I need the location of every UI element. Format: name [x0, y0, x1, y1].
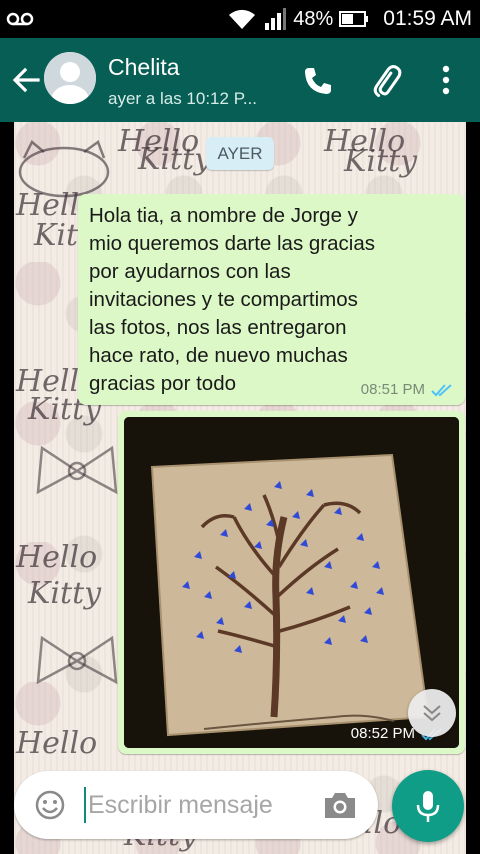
- message-bubble[interactable]: Hola tia, a nombre de Jorge y mio querem…: [78, 194, 465, 405]
- message-composer: [14, 771, 378, 839]
- text-cursor: [84, 787, 86, 823]
- battery-percent: 48%: [293, 7, 334, 30]
- kitty-face-icon: [18, 140, 110, 198]
- signal-icon: [265, 8, 287, 30]
- mic-icon: [416, 791, 440, 822]
- voicemail-icon: [6, 12, 34, 26]
- chat-header: Chelita ayer a las 10:12 P...: [0, 38, 480, 122]
- last-seen-status[interactable]: ayer a las 10:12 P...: [108, 89, 257, 109]
- wallpaper-text: Hello: [16, 726, 98, 761]
- phone-icon[interactable]: [300, 64, 334, 98]
- wallpaper-text: Kitty: [28, 576, 102, 611]
- paperclip-icon[interactable]: [368, 62, 404, 98]
- tree-with-butterflies-image: [124, 417, 459, 748]
- wifi-icon: [229, 9, 256, 29]
- date-divider: AYER: [206, 137, 274, 170]
- wallpaper-text: Hello: [324, 124, 406, 159]
- status-bar: 48% 01:59 AM: [0, 0, 480, 38]
- scroll-to-bottom-button[interactable]: [408, 689, 456, 737]
- back-arrow-icon[interactable]: [8, 62, 44, 98]
- camera-icon[interactable]: [322, 789, 358, 821]
- avatar-placeholder-icon: [44, 52, 96, 104]
- emoji-icon[interactable]: [34, 789, 66, 821]
- wallpaper-text: Kitty: [344, 144, 418, 179]
- message-meta: 08:51 PM: [361, 381, 453, 398]
- kitty-bow-icon: [36, 445, 118, 495]
- message-text: Hola tia, a nombre de Jorge y mio querem…: [89, 204, 375, 395]
- kitty-bow-icon: [36, 635, 118, 685]
- battery-icon: [339, 11, 369, 27]
- clock: 01:59 AM: [383, 7, 472, 30]
- chevron-down-icon: [423, 705, 441, 722]
- double-check-icon: [431, 383, 452, 396]
- contact-name[interactable]: Chelita: [108, 54, 180, 81]
- voice-message-button[interactable]: [392, 770, 464, 842]
- more-vert-icon[interactable]: [432, 62, 460, 98]
- wallpaper-text: Kitty: [138, 142, 212, 177]
- photo-thumbnail[interactable]: [124, 417, 459, 748]
- avatar[interactable]: [44, 52, 96, 104]
- wallpaper-text: Hello: [118, 124, 200, 159]
- message-time: 08:51 PM: [360, 381, 425, 398]
- wallpaper-text: Hello: [16, 540, 98, 575]
- message-time: 08:52 PM: [350, 725, 415, 742]
- message-input[interactable]: [88, 785, 308, 825]
